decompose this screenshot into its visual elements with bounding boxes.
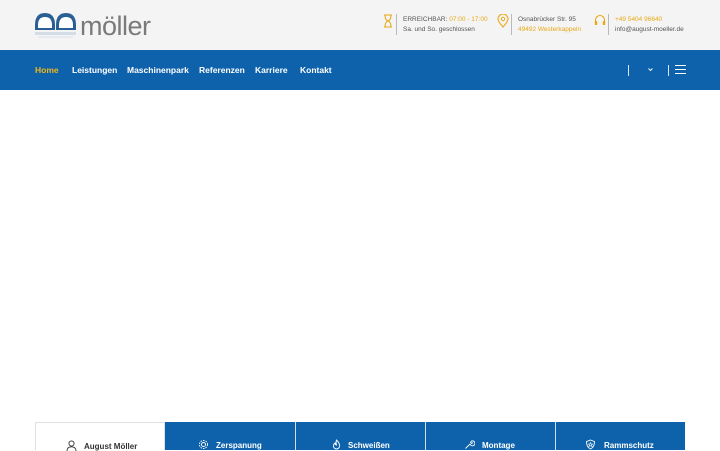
logo-wordmark: möller [80, 11, 151, 41]
nav-item-leistungen[interactable]: Leistungen [72, 65, 117, 75]
chevron-down-icon[interactable] [648, 67, 653, 72]
address-info: Osnabrücker Str. 95 49492 Westerkappeln [497, 14, 589, 36]
tab-montage[interactable]: Montage [425, 422, 555, 450]
wrench-icon [465, 440, 475, 449]
tab-label: Rammschutz [604, 441, 654, 450]
divider [608, 14, 609, 35]
tab-label: Montage [482, 441, 515, 450]
nav-divider [668, 65, 669, 76]
tab-zerspanung[interactable]: Zerspanung [165, 422, 295, 450]
tab-divider [295, 422, 296, 450]
company-logo[interactable]: möller [34, 8, 164, 42]
tab-divider [555, 422, 556, 450]
gear-icon [199, 440, 208, 449]
tab-label: Zerspanung [216, 441, 262, 450]
contact-info: +49 5404 96640 info@august-moeller.de [594, 14, 694, 36]
hours-info: ERREICHBAR: 07:00 - 17:00 Sa. und So. ge… [382, 14, 492, 36]
service-tabs: August Möller Zerspanung Schweißen Monta… [35, 422, 685, 451]
hero-area [0, 90, 720, 422]
nav-divider [628, 65, 629, 76]
headset-icon [594, 14, 606, 25]
flame-icon [333, 439, 340, 450]
tab-august-moeller[interactable]: August Möller [35, 422, 165, 451]
hamburger-menu-icon[interactable] [675, 65, 686, 75]
hourglass-icon [384, 14, 392, 28]
contact-phone[interactable]: +49 5404 96640 [615, 15, 684, 25]
tab-schweissen[interactable]: Schweißen [295, 422, 425, 450]
contact-email[interactable]: info@august-moeller.de [615, 25, 684, 35]
location-pin-icon [497, 14, 509, 28]
divider [511, 14, 512, 35]
nav-item-home[interactable]: Home [35, 65, 59, 75]
tab-label: Schweißen [348, 441, 390, 450]
moeller-logo-icon [35, 13, 76, 38]
tab-divider [425, 422, 426, 450]
address-city: 49492 Westerkappeln [518, 25, 582, 33]
nav-item-maschinenpark[interactable]: Maschinenpark [127, 65, 189, 75]
hours-note: Sa. und So. geschlossen [403, 25, 475, 33]
user-icon [66, 440, 77, 451]
shield-icon [586, 439, 595, 450]
tab-rammschutz[interactable]: Rammschutz [555, 422, 685, 450]
hours-time: 07:00 - 17:00 [449, 16, 488, 23]
nav-item-kontakt[interactable]: Kontakt [300, 65, 332, 75]
nav-item-karriere[interactable]: Karriere [255, 65, 288, 75]
main-navigation: Home Leistungen Maschinenpark Referenzen… [0, 50, 720, 90]
nav-item-referenzen[interactable]: Referenzen [199, 65, 245, 75]
address-street: Osnabrücker Str. 95 [518, 16, 576, 23]
top-bar: möller ERREICHBAR: 07:00 - 17:00 Sa. und… [0, 0, 720, 50]
divider [396, 14, 397, 35]
hours-label: ERREICHBAR: [403, 16, 448, 23]
